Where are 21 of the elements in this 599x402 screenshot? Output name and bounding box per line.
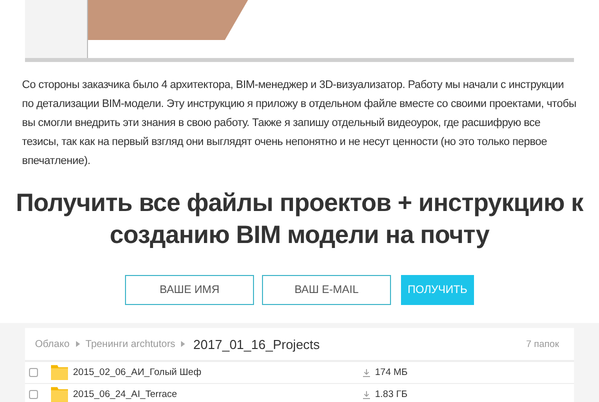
folder-icon	[51, 386, 68, 402]
chevron-icon	[181, 341, 186, 347]
row-checkbox[interactable]	[29, 368, 38, 377]
download-icon[interactable]	[363, 368, 370, 376]
breadcrumb-link[interactable]: Тренинги archtutors	[86, 338, 176, 350]
folder-size: 1.83 ГБ	[375, 389, 408, 400]
submit-button[interactable]: ПОЛУЧИТЬ	[401, 275, 474, 305]
section-heading: Получить все файлы проектов + инструкцию к созданию BIM модели на почту	[14, 188, 584, 251]
breadcrumb-link[interactable]: Облако	[35, 338, 70, 350]
folder-size: 174 МБ	[375, 367, 408, 378]
email-input[interactable]: ВАШ E-MAIL	[262, 275, 391, 305]
folder-icon	[51, 364, 68, 381]
folder-name[interactable]: 2015_02_06_АИ_Голый Шеф	[73, 367, 363, 378]
folder-count: 7 папок	[526, 338, 560, 350]
folder-name[interactable]: 2015_06_24_AI_Terrace	[73, 389, 363, 400]
chevron-icon	[76, 341, 80, 347]
body-paragraph: Со стороны заказчика было 4 архитектора, BIM-менеджер и 3D-визуализатор. Работу мы начали с инструкции по детализации BIM-модели. Эту инструкцию я приложу в отдельном файле вместе со своими проектами, чтобы вы смогли внедрить эти знания в свою работу. Также я запишу отдельный видеоурок, где расшифрую все тезисы, так как на первый взгляд они выглядят очень непонятно и не несут ценности (но это только первое впечатление).	[22, 78, 577, 169]
current-folder-title: 2017_01_16_Projects	[193, 336, 320, 352]
row-checkbox[interactable]	[29, 390, 38, 399]
download-icon[interactable]	[363, 390, 370, 398]
name-input[interactable]: ВАШЕ ИМЯ	[125, 275, 254, 305]
